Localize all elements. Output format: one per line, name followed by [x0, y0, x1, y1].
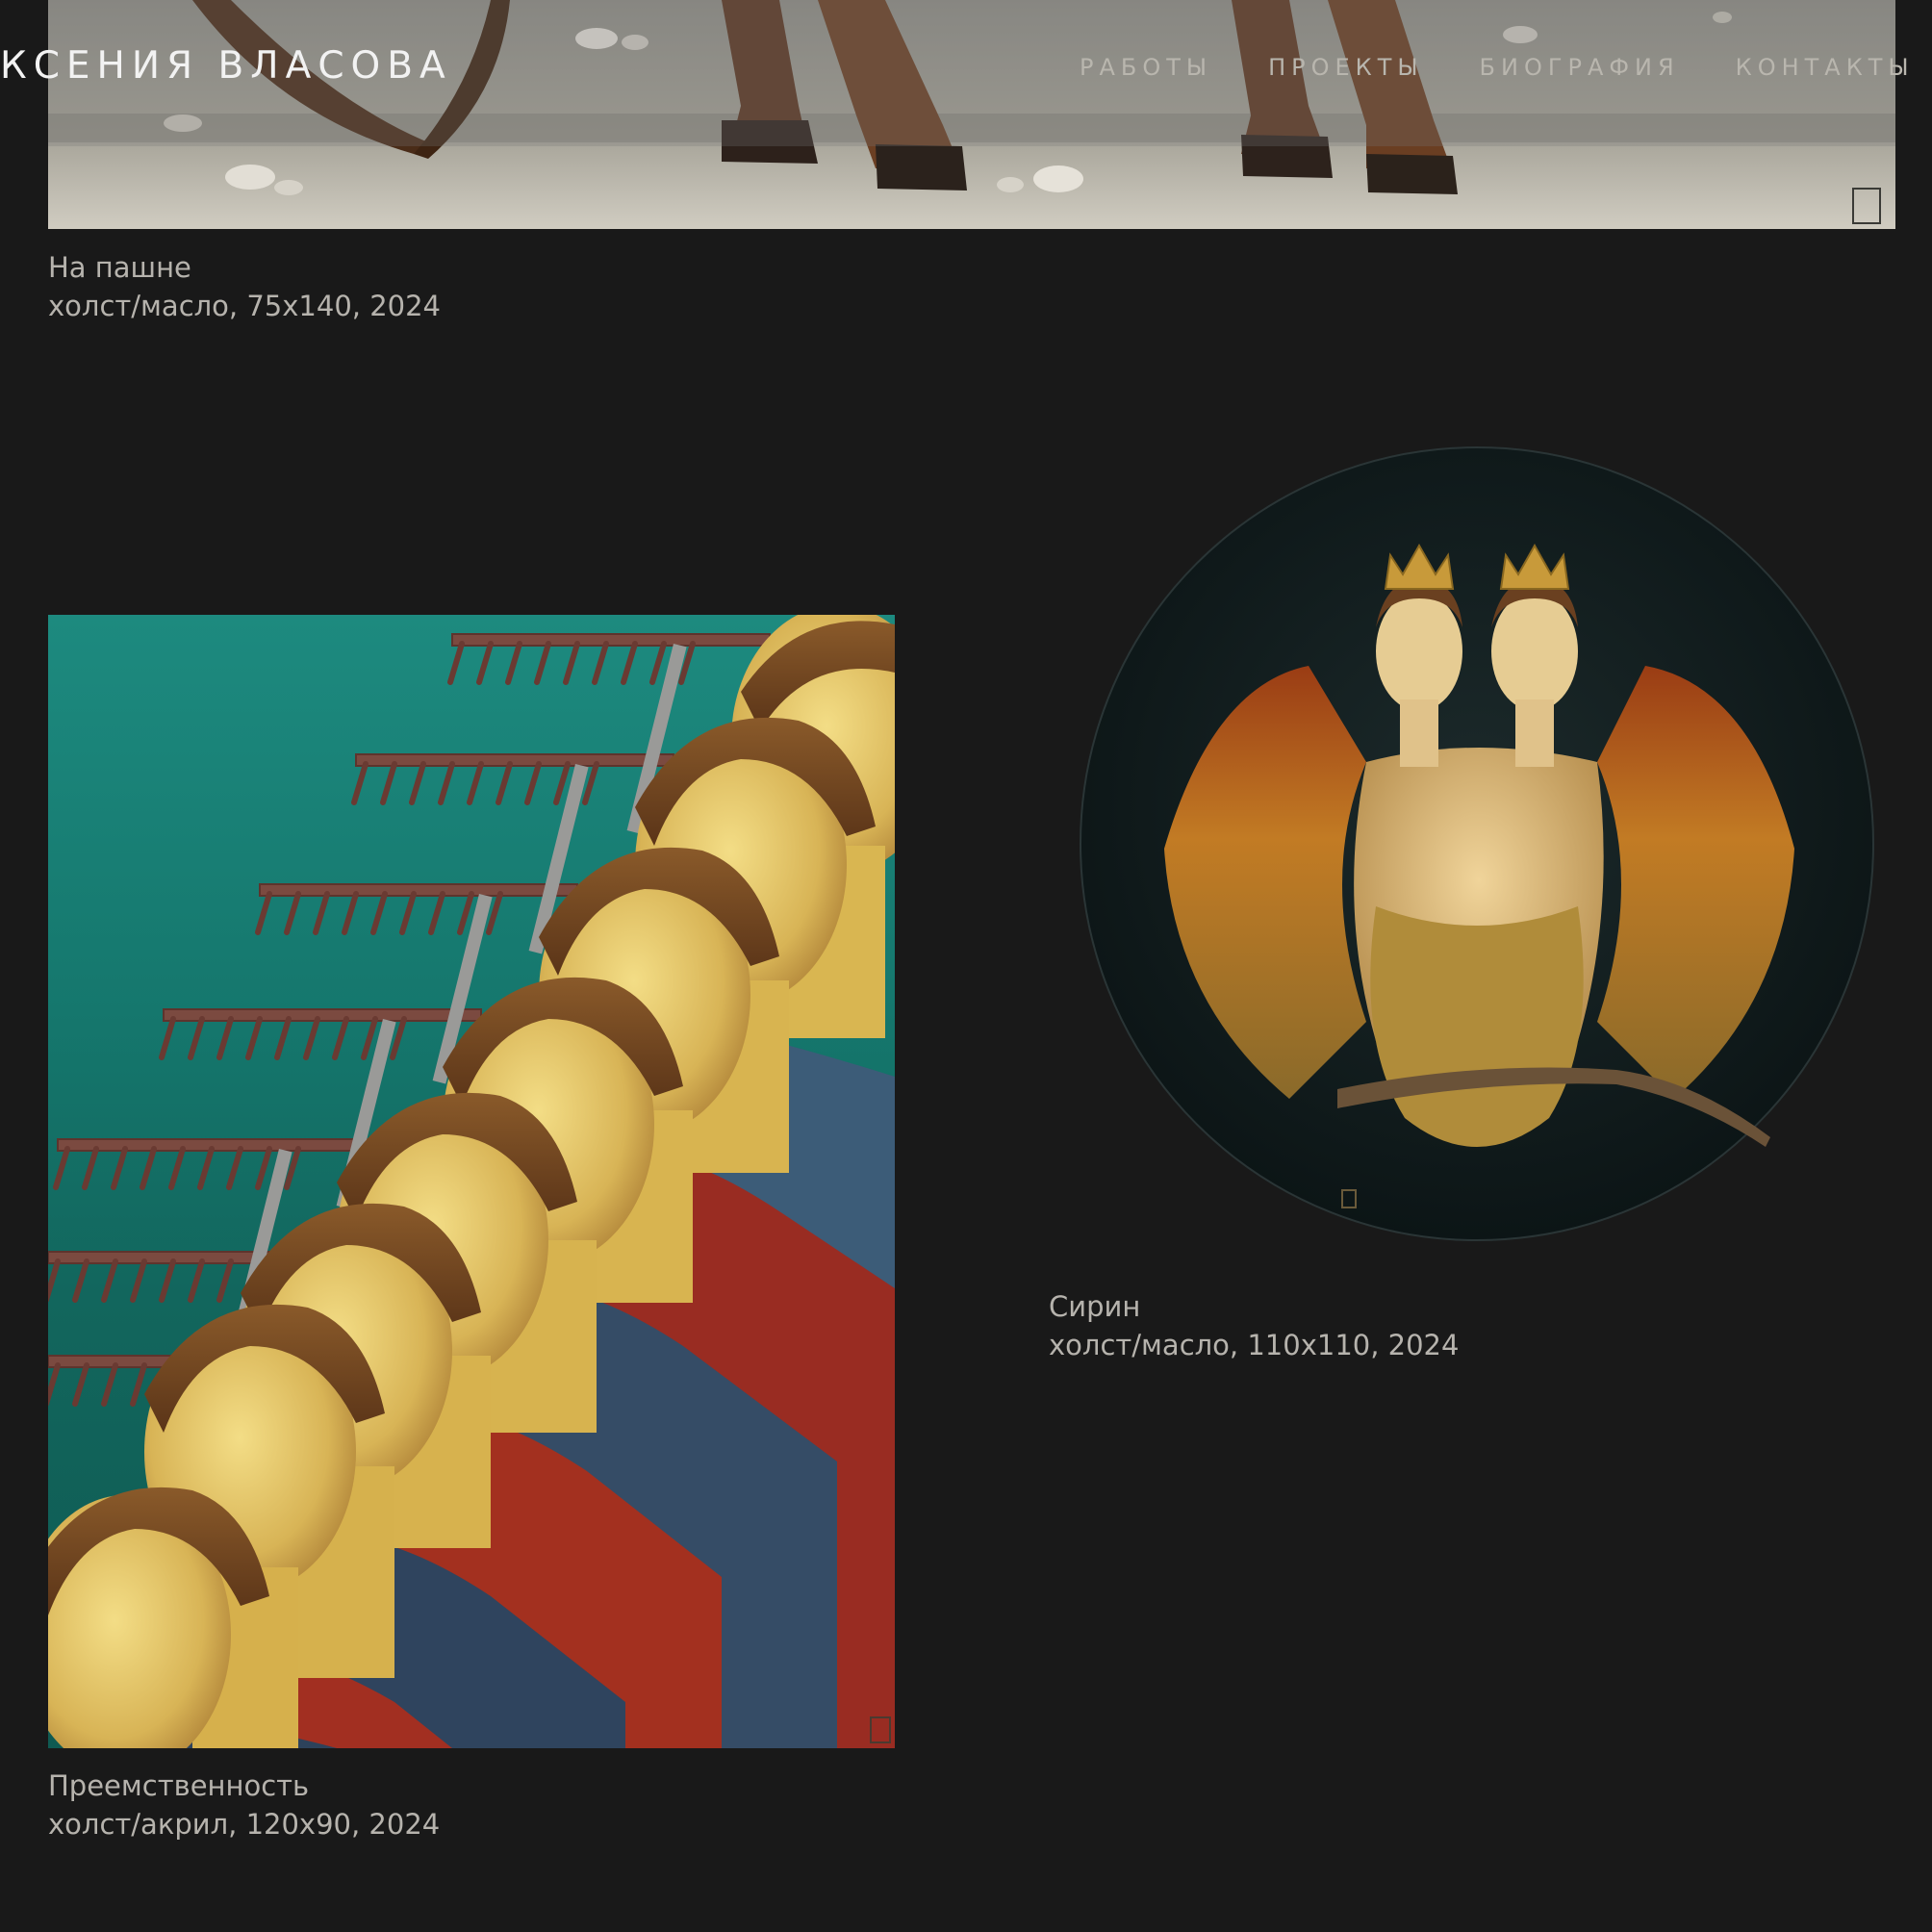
- artwork-details: холст/масло, 110х110, 2024: [1049, 1329, 1460, 1361]
- artwork-details: холст/акрил, 120х90, 2024: [48, 1808, 441, 1841]
- nav-works[interactable]: РАБОТЫ: [1080, 54, 1212, 81]
- main-nav: РАБОТЫ ПРОЕКТЫ БИОГРАФИЯ КОНТАКТЫ: [1080, 54, 1915, 81]
- portfolio-page: КСЕНИЯ ВЛАСОВА РАБОТЫ ПРОЕКТЫ БИОГРАФИЯ …: [0, 0, 1932, 1932]
- nav-contacts[interactable]: КОНТАКТЫ: [1736, 54, 1915, 81]
- artwork-caption-na-pashne: На пашне холст/масло, 75х140, 2024: [48, 248, 441, 325]
- site-header: КСЕНИЯ ВЛАСОВА РАБОТЫ ПРОЕКТЫ БИОГРАФИЯ …: [0, 0, 1932, 146]
- artwork-title: Преемственность: [48, 1769, 310, 1802]
- artwork-details: холст/масло, 75х140, 2024: [48, 290, 442, 322]
- artwork-image-sirin[interactable]: [1078, 445, 1876, 1243]
- artwork-title: Сирин: [1049, 1290, 1141, 1323]
- site-title[interactable]: КСЕНИЯ ВЛАСОВА: [0, 44, 452, 88]
- artwork-title: На пашне: [48, 251, 191, 284]
- nav-projects[interactable]: ПРОЕКТЫ: [1268, 54, 1423, 81]
- artwork-caption-preemstvennost: Преемственность холст/акрил, 120х90, 202…: [48, 1767, 440, 1843]
- nav-biography[interactable]: БИОГРАФИЯ: [1480, 54, 1680, 81]
- artwork-caption-sirin: Сирин холст/масло, 110х110, 2024: [1049, 1287, 1459, 1364]
- artwork-image-preemstvennost[interactable]: [48, 615, 895, 1748]
